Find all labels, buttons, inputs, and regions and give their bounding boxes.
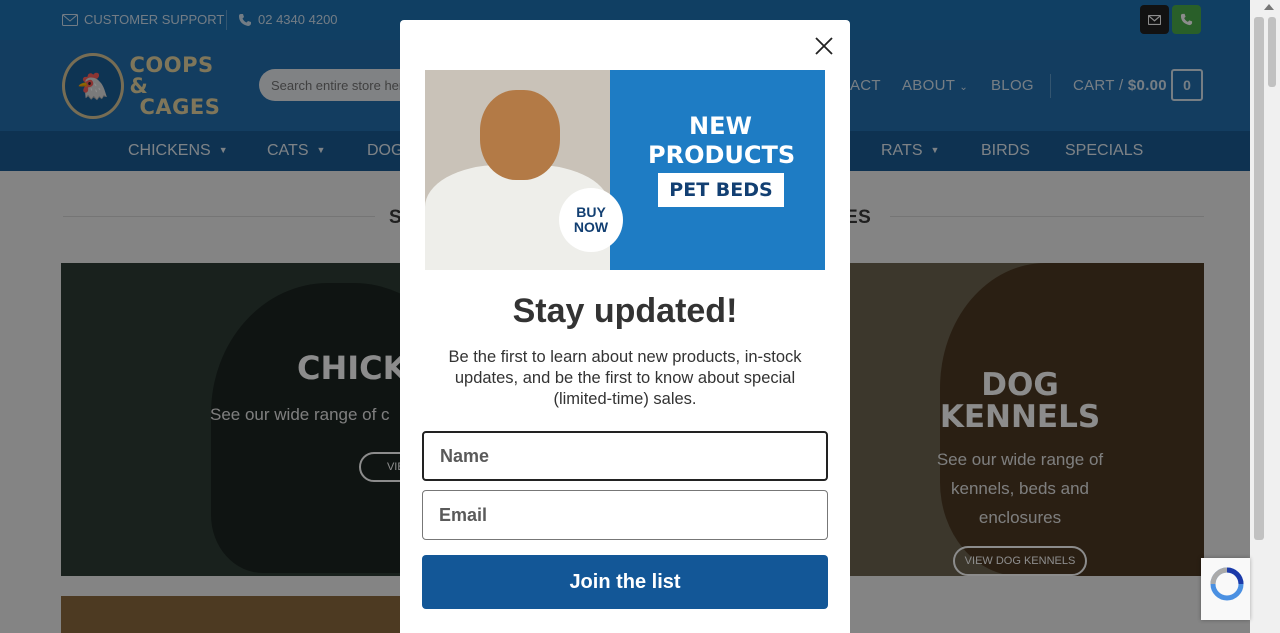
modal-description: Be the first to learn about new products… bbox=[448, 348, 802, 408]
join-list-button[interactable]: Join the list bbox=[422, 555, 828, 609]
buy-now-line-1: BUY bbox=[576, 204, 606, 220]
modal-title: Stay updated! bbox=[512, 292, 738, 330]
name-field[interactable] bbox=[422, 431, 828, 481]
new-products-line-1: NEW bbox=[689, 112, 752, 140]
dog-head-shape bbox=[480, 90, 560, 180]
newsletter-modal: BUY NOW NEW PRODUCTS PET BEDS Stay updat… bbox=[400, 20, 850, 633]
new-products-heading: NEW PRODUCTS bbox=[648, 112, 796, 170]
scroll-up-arrow-icon[interactable] bbox=[1264, 4, 1274, 10]
close-icon bbox=[815, 37, 833, 55]
buy-now-line-2: NOW bbox=[573, 219, 609, 235]
email-field[interactable] bbox=[422, 490, 828, 540]
scrollbar-thumb-secondary[interactable] bbox=[1268, 17, 1276, 87]
scrollbar-thumb[interactable] bbox=[1254, 17, 1264, 540]
pet-beds-label: PET BEDS bbox=[658, 173, 784, 207]
recaptcha-icon bbox=[1210, 567, 1244, 601]
new-products-line-2: PRODUCTS bbox=[648, 141, 796, 169]
pet-beds-banner[interactable]: BUY NOW NEW PRODUCTS PET BEDS bbox=[425, 70, 825, 270]
buy-now-badge[interactable]: BUY NOW bbox=[559, 188, 623, 252]
recaptcha-badge[interactable] bbox=[1201, 558, 1250, 620]
close-button[interactable] bbox=[813, 35, 835, 57]
